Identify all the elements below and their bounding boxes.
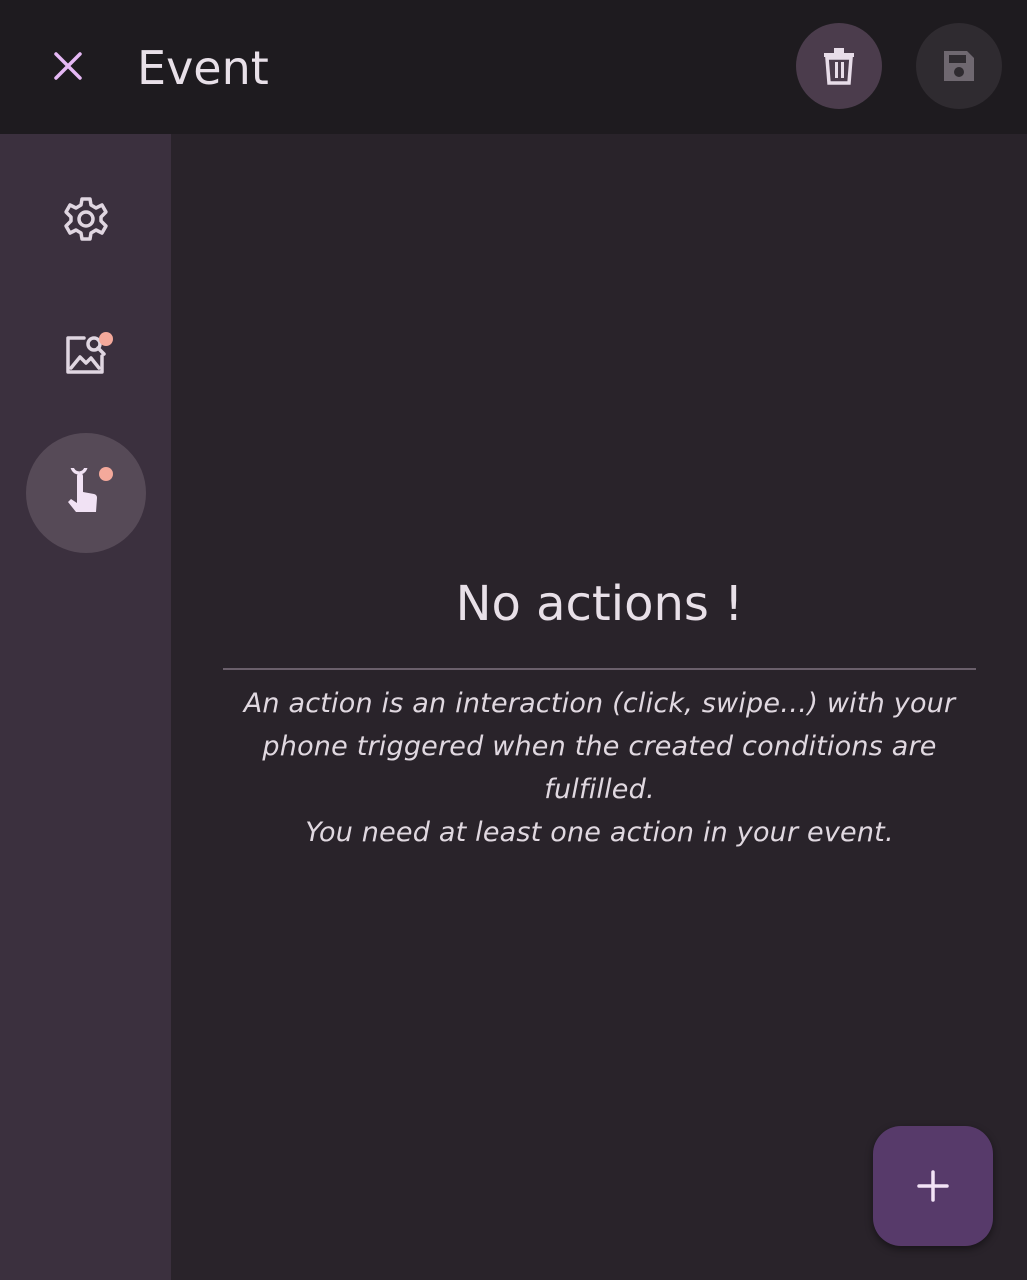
plus-icon — [917, 1170, 949, 1202]
page-title: Event — [137, 41, 269, 95]
gear-icon — [64, 197, 108, 241]
empty-state-title: No actions ! — [455, 576, 744, 632]
add-action-button[interactable] — [873, 1126, 993, 1246]
divider — [223, 668, 976, 670]
save-button[interactable] — [916, 23, 1002, 109]
empty-state-line: You need at least one action in your eve… — [305, 817, 894, 848]
empty-state-line: phone triggered when the created conditi… — [262, 731, 937, 762]
notification-badge — [99, 332, 113, 346]
top-app-bar: Event — [0, 0, 1027, 134]
actions-content: No actions ! An action is an interaction… — [171, 134, 1027, 1280]
save-icon — [944, 51, 974, 81]
rail-item-settings[interactable] — [26, 159, 146, 279]
close-icon — [54, 52, 82, 80]
trash-icon — [824, 48, 854, 85]
rail-item-conditions[interactable] — [26, 294, 146, 414]
notification-badge — [99, 467, 113, 481]
rail-item-actions[interactable] — [26, 433, 146, 553]
empty-state-line: fulfilled. — [544, 774, 655, 805]
delete-button[interactable] — [796, 23, 882, 109]
empty-state-line: An action is an interaction (click, swip… — [243, 688, 956, 719]
close-button[interactable] — [38, 36, 98, 96]
empty-state-description: An action is an interaction (click, swip… — [223, 682, 976, 854]
navigation-rail — [0, 134, 171, 1280]
